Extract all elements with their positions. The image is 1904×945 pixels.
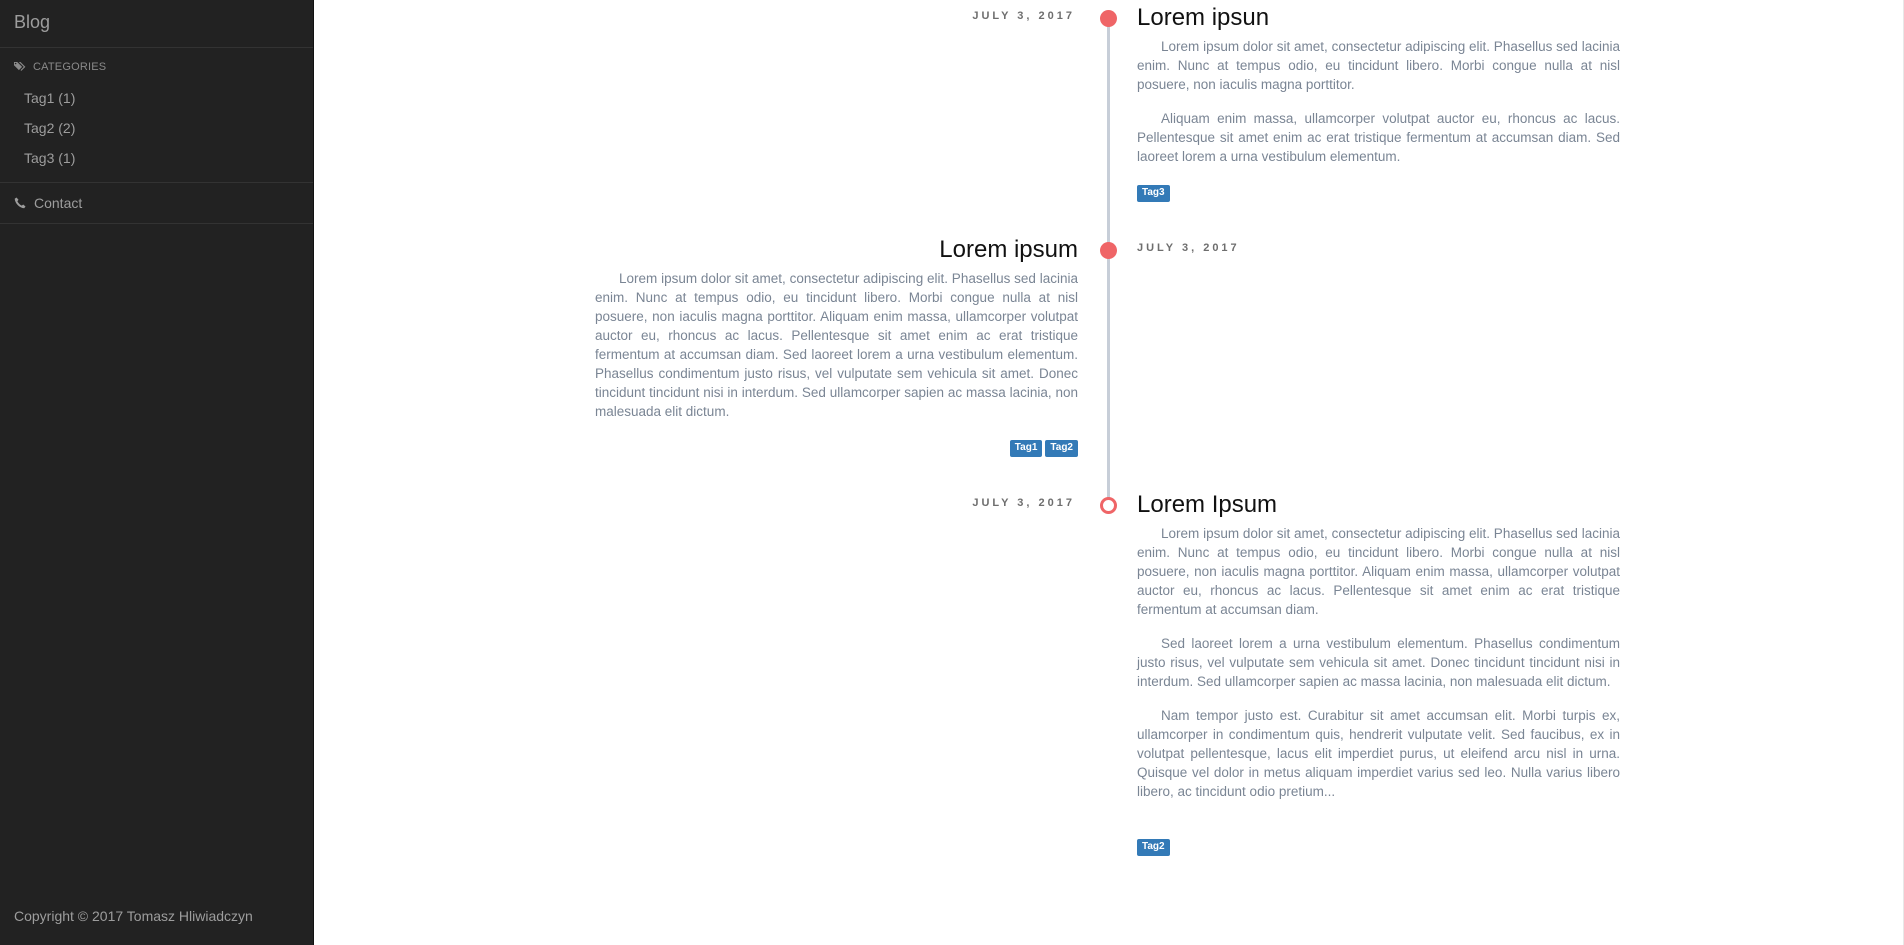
timeline-dot: [1100, 10, 1117, 27]
post-date: JULY 3, 2017: [972, 10, 1075, 22]
post-title[interactable]: Lorem ipsun: [1137, 4, 1269, 32]
tag-badge[interactable]: Tag2: [1137, 839, 1170, 856]
timeline-line: [1107, 18, 1110, 503]
tag-badge[interactable]: Tag2: [1045, 440, 1078, 457]
timeline: JULY 3, 2017 Lorem ipsun Lorem ipsum dol…: [315, 0, 1904, 945]
post-body: Lorem ipsum dolor sit amet, consectetur …: [1137, 37, 1620, 181]
post-paragraph: Aliquam enim massa, ullamcorper volutpat…: [1137, 111, 1620, 164]
post-tags: Tag2: [1137, 836, 1170, 856]
post-body: Lorem ipsum dolor sit amet, consectetur …: [595, 269, 1078, 436]
post-paragraph: Lorem ipsum dolor sit amet, consectetur …: [1137, 526, 1620, 617]
categories-label: CATEGORIES: [33, 61, 107, 73]
tag-badge[interactable]: Tag3: [1137, 185, 1170, 202]
post-date: JULY 3, 2017: [1137, 242, 1240, 254]
categories-header: CATEGORIES: [0, 48, 313, 88]
phone-icon: [14, 197, 26, 209]
brand-link[interactable]: Blog: [0, 0, 313, 48]
post-title[interactable]: Lorem ipsum: [595, 236, 1078, 264]
post-paragraph: Lorem ipsum dolor sit amet, consectetur …: [595, 271, 1078, 419]
category-tag1[interactable]: Tag1 (1): [0, 88, 313, 118]
copyright: Copyright © 2017 Tomasz Hliwiadczyn: [14, 908, 253, 924]
category-tag3[interactable]: Tag3 (1): [0, 148, 313, 178]
post-date: JULY 3, 2017: [972, 497, 1075, 509]
timeline-dot-hollow: [1100, 497, 1117, 514]
post-paragraph: Nam tempor justo est. Curabitur sit amet…: [1137, 708, 1620, 799]
tags-icon: [14, 61, 26, 71]
post-tags: Tag3: [1137, 182, 1170, 202]
category-tag2[interactable]: Tag2 (2): [0, 118, 313, 148]
post-title[interactable]: Lorem Ipsum: [1137, 491, 1277, 519]
contact-label: Contact: [34, 195, 83, 211]
contact-link[interactable]: Contact: [0, 183, 313, 224]
post-tags: Tag1 Tag2: [998, 437, 1078, 457]
sidebar: Blog CATEGORIES Tag1 (1) Tag2 (2) Tag3 (…: [0, 0, 314, 945]
post-body: Lorem ipsum dolor sit amet, consectetur …: [1137, 524, 1620, 816]
tag-badge[interactable]: Tag1: [1009, 440, 1043, 457]
timeline-dot: [1100, 242, 1117, 259]
post-paragraph: Lorem ipsum dolor sit amet, consectetur …: [1137, 39, 1620, 92]
post-paragraph: Sed laoreet lorem a urna vestibulum elem…: [1137, 636, 1620, 689]
